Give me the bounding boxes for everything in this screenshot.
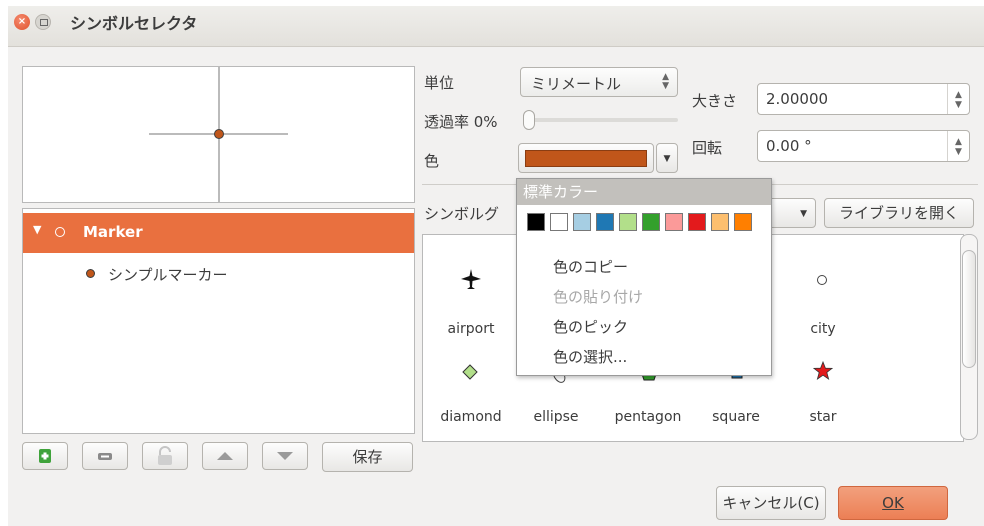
swatch-light-blue[interactable] xyxy=(573,213,591,231)
ok-button[interactable]: OK xyxy=(838,486,948,520)
size-spinbox[interactable]: 2.00000 ▲ ▼ xyxy=(757,83,970,115)
standard-colors-header: 標準カラー xyxy=(517,179,771,205)
cancel-button-label: キャンセル(C) xyxy=(722,494,820,512)
swatch-black[interactable] xyxy=(527,213,545,231)
remove-layer-button[interactable] xyxy=(82,442,128,470)
color-swatch xyxy=(525,150,647,167)
spin-arrows-icon[interactable]: ▲ ▼ xyxy=(947,131,969,161)
color-button[interactable] xyxy=(518,143,654,173)
marker-outline-icon xyxy=(55,227,65,237)
swatch-green[interactable] xyxy=(642,213,660,231)
spin-arrows-icon[interactable]: ▲ ▼ xyxy=(947,84,969,114)
symbol-layer-tree: ▼ Marker シンプルマーカー xyxy=(22,208,415,434)
rotation-label: 回転 xyxy=(692,139,723,157)
color-popup-menu: 標準カラー 色のコピー 色の貼り付け 色のピック 色の選択... xyxy=(516,178,772,376)
swatch-pink[interactable] xyxy=(665,213,683,231)
star-icon xyxy=(813,361,833,380)
symbol-name: square xyxy=(712,409,760,425)
plus-icon xyxy=(39,449,51,463)
close-icon[interactable]: × xyxy=(14,14,30,30)
updown-arrows-icon: ▲ ▼ xyxy=(662,72,669,91)
diamond-icon xyxy=(462,364,478,380)
cancel-button[interactable]: キャンセル(C) xyxy=(716,486,826,520)
opacity-label: 透過率 0% xyxy=(424,113,498,131)
symbol-name: pentagon xyxy=(614,409,682,425)
symbol-name: diamond xyxy=(440,409,502,425)
airplane-icon xyxy=(461,269,481,289)
opacity-slider-handle[interactable] xyxy=(523,110,535,130)
move-up-button[interactable] xyxy=(202,442,248,470)
menu-pick-color[interactable]: 色のピック xyxy=(553,316,628,337)
lock-icon xyxy=(158,446,172,465)
menu-paste-color: 色の貼り付け xyxy=(553,288,644,306)
tree-item-simple-marker[interactable]: シンプルマーカー xyxy=(23,257,414,291)
lock-layer-button[interactable] xyxy=(142,442,188,470)
symbol-item-city[interactable]: city xyxy=(775,259,871,349)
size-value: 2.00000 xyxy=(766,90,829,108)
unit-label: 単位 xyxy=(424,74,455,92)
swatch-red[interactable] xyxy=(688,213,706,231)
symbol-name: airport xyxy=(447,321,495,337)
swatch-orange[interactable] xyxy=(734,213,752,231)
symbol-item-airport[interactable]: airport xyxy=(423,259,519,349)
size-label: 大きさ xyxy=(692,92,738,110)
scrollbar-thumb[interactable] xyxy=(962,250,976,368)
opacity-slider-track[interactable] xyxy=(530,118,678,122)
open-library-button[interactable]: ライブラリを開く xyxy=(824,198,974,228)
symbol-item-diamond[interactable]: diamond xyxy=(423,355,519,435)
symbol-group-label: シンボルグ xyxy=(424,205,500,223)
tree-item-marker[interactable]: ▼ Marker xyxy=(23,213,414,253)
circle-icon xyxy=(817,275,827,285)
maximize-icon[interactable] xyxy=(35,14,51,30)
swatch-light-green[interactable] xyxy=(619,213,637,231)
swatch-white[interactable] xyxy=(550,213,568,231)
color-dropdown-arrow-icon[interactable]: ▼ xyxy=(656,143,678,173)
move-down-button[interactable] xyxy=(262,442,308,470)
minus-icon xyxy=(98,453,112,460)
add-layer-button[interactable] xyxy=(22,442,68,470)
rotation-spinbox[interactable]: 0.00 ° ▲ ▼ xyxy=(757,130,970,162)
menu-copy-color[interactable]: 色のコピー xyxy=(553,256,628,277)
symbol-preview xyxy=(22,66,415,203)
tree-item-label: Marker xyxy=(83,223,143,241)
symbol-item-star[interactable]: star xyxy=(775,355,871,435)
unit-select[interactable]: ミリメートル ▲ ▼ xyxy=(520,67,678,97)
triangle-up-icon xyxy=(217,452,233,460)
ok-button-label: OK xyxy=(882,494,904,512)
simple-marker-icon xyxy=(86,269,95,278)
expand-triangle-icon[interactable]: ▼ xyxy=(33,223,41,236)
window-title: シンボルセレクタ xyxy=(70,14,198,33)
symbol-group-select[interactable]: ▼ xyxy=(768,198,816,228)
tree-item-label: シンプルマーカー xyxy=(108,266,228,284)
save-button[interactable]: 保存 xyxy=(322,442,413,472)
symbol-name: ellipse xyxy=(533,409,579,425)
swatch-blue[interactable] xyxy=(596,213,614,231)
symbol-name: city xyxy=(810,321,836,337)
color-label: 色 xyxy=(424,152,440,170)
unit-select-value: ミリメートル xyxy=(531,75,622,93)
symbol-name: star xyxy=(809,409,837,425)
preview-crosshair xyxy=(149,67,288,202)
preview-marker-icon xyxy=(214,129,224,139)
menu-choose-color[interactable]: 色の選択... xyxy=(553,346,627,367)
swatch-light-orange[interactable] xyxy=(711,213,729,231)
triangle-down-icon xyxy=(277,452,293,460)
rotation-value: 0.00 ° xyxy=(766,137,812,155)
